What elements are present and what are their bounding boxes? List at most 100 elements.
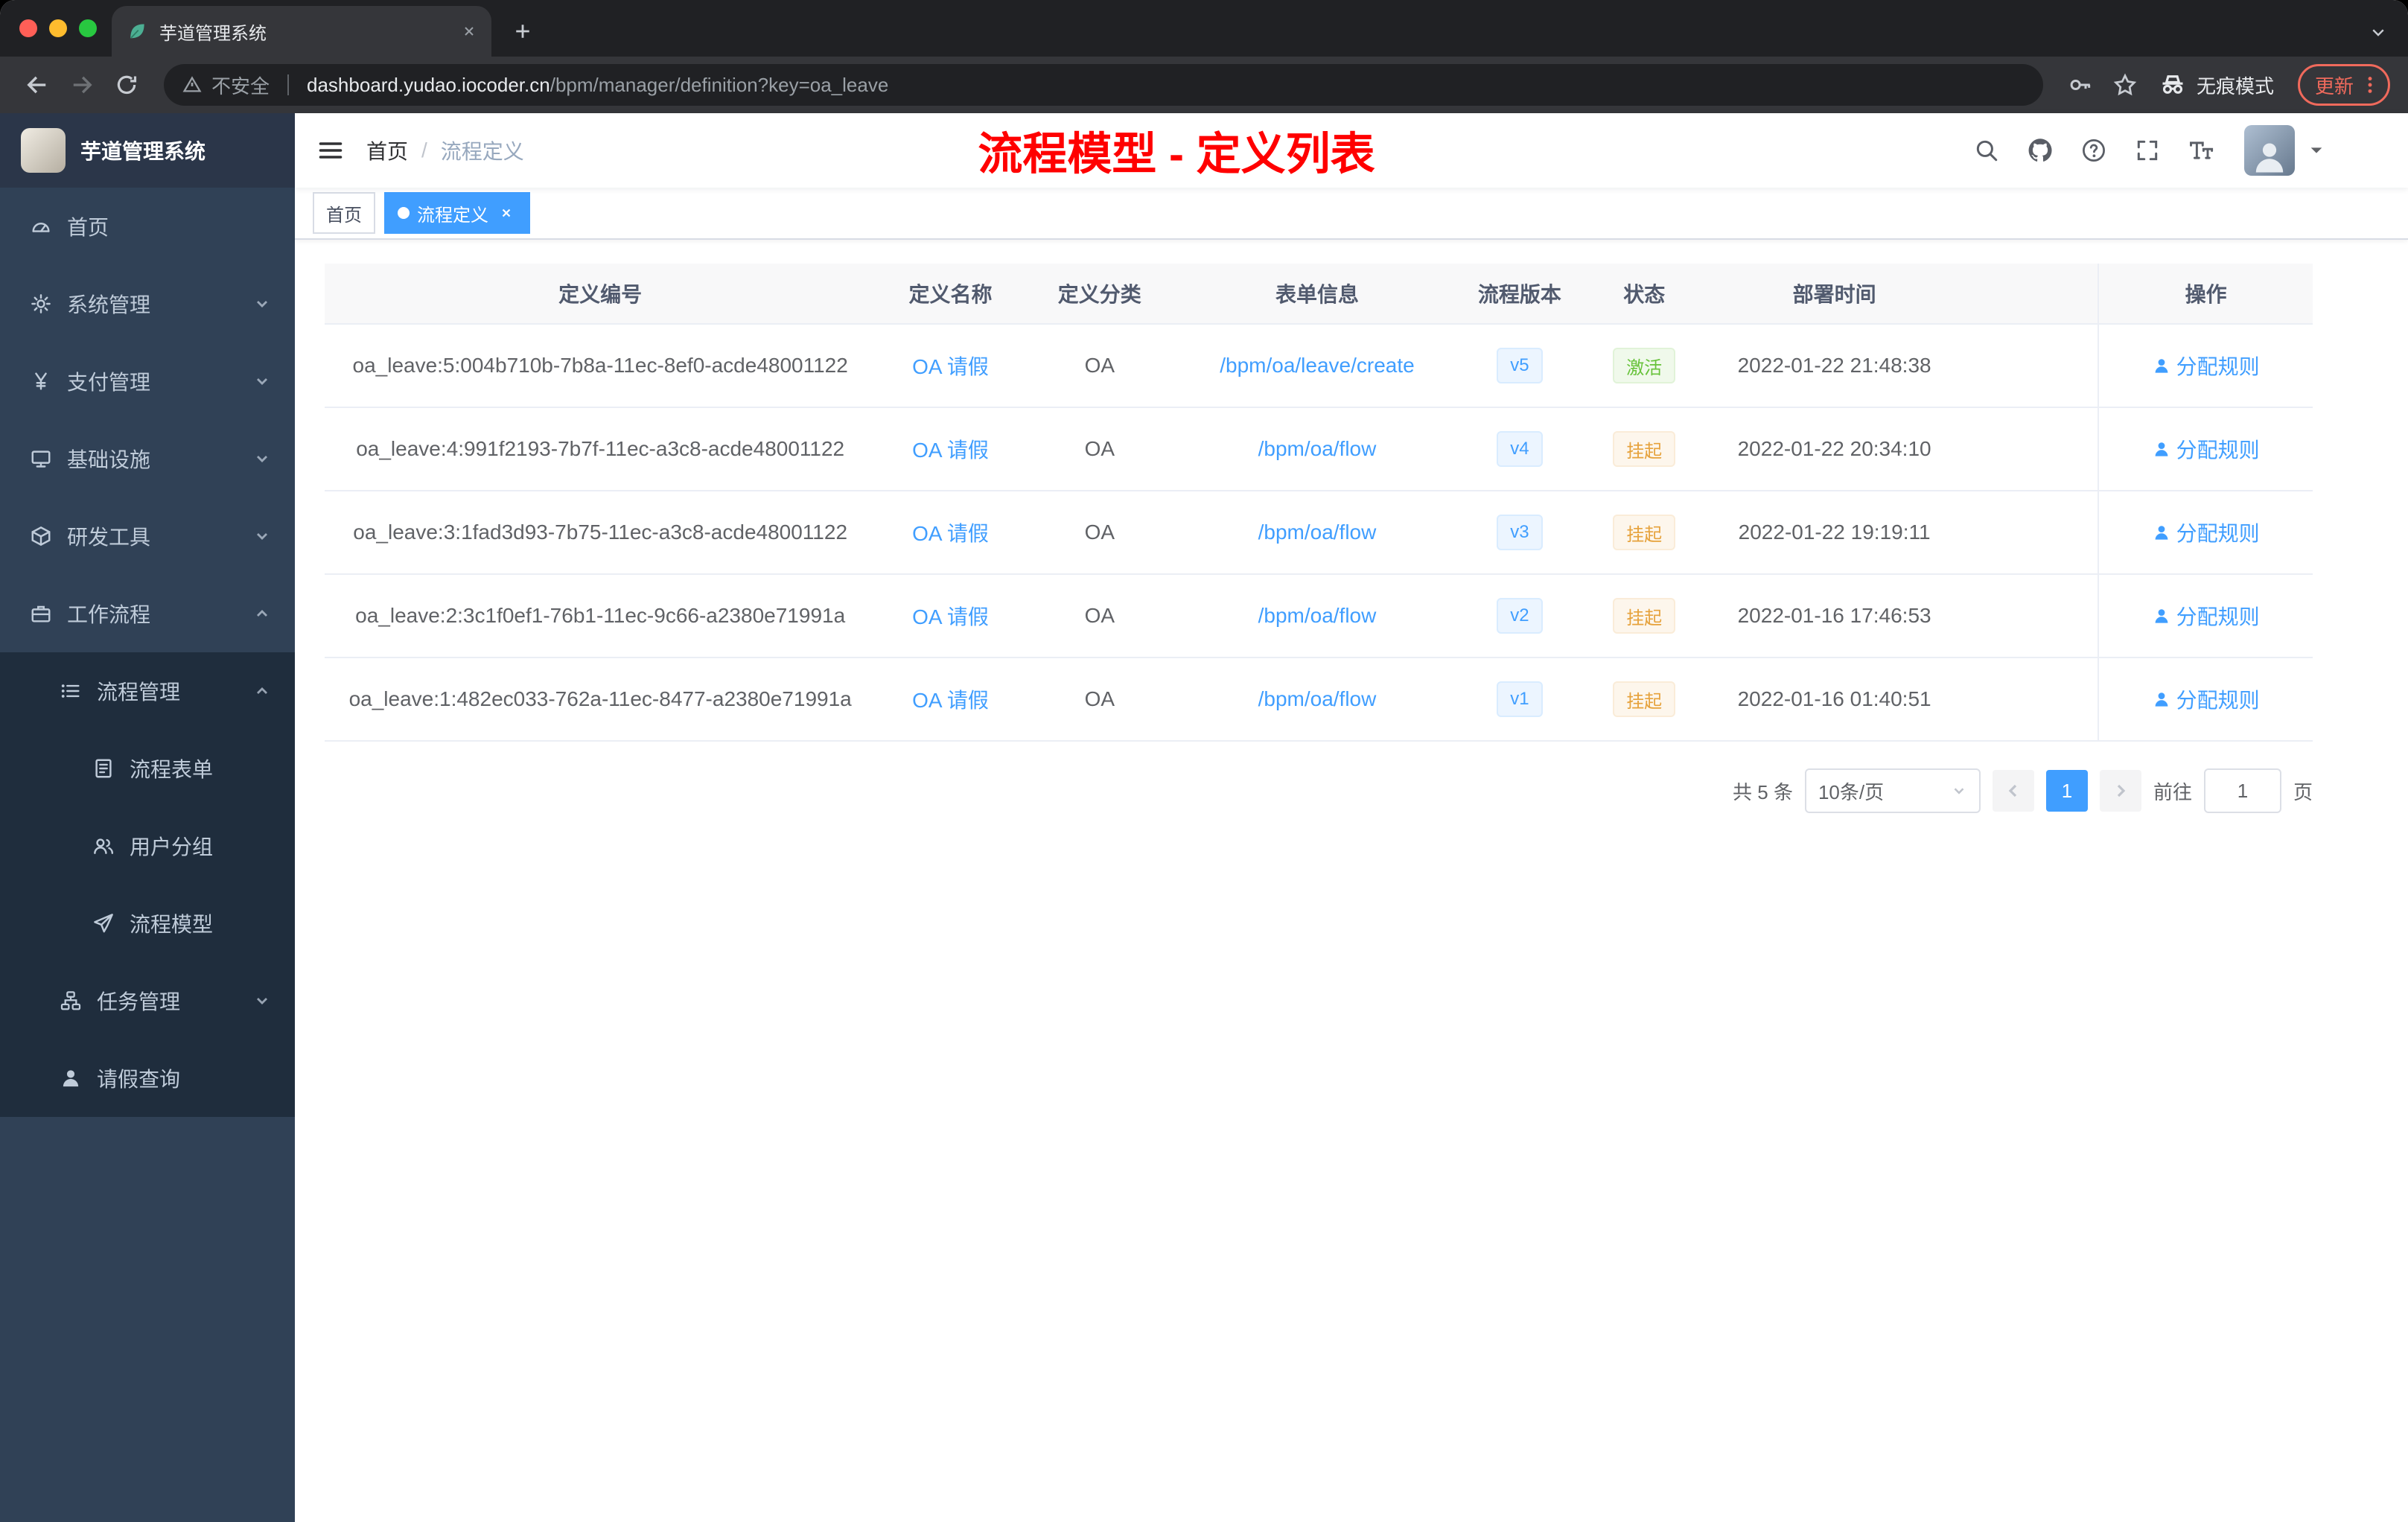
sidebar-item-label: 首页 (67, 216, 109, 239)
definition-name-link[interactable]: OA 请假 (912, 684, 989, 714)
star-icon (2113, 73, 2137, 96)
breadcrumb-current: 流程定义 (440, 140, 524, 163)
app-logo-header[interactable]: 芋道管理系统 (0, 113, 295, 188)
form-link[interactable]: /bpm/oa/flow (1258, 604, 1377, 628)
new-tab-button[interactable] (503, 12, 542, 51)
form-link[interactable]: /bpm/oa/flow (1258, 520, 1377, 544)
assign-rule-link[interactable]: 分配规则 (2153, 434, 2260, 464)
definition-name-link[interactable]: OA 请假 (912, 601, 989, 631)
chevron-down-icon (2372, 29, 2384, 36)
goto-page-input[interactable] (2203, 768, 2281, 813)
font-size-button[interactable] (2179, 128, 2223, 173)
update-button[interactable]: 更新 (2297, 64, 2390, 106)
next-page-button[interactable] (2099, 770, 2141, 812)
column-header: 操作 (2098, 264, 2313, 323)
maximize-window-button[interactable] (79, 19, 97, 37)
tree-icon (60, 991, 81, 1010)
page-number-button[interactable]: 1 (2045, 770, 2088, 812)
forward-button[interactable] (63, 66, 101, 104)
search-button[interactable] (1964, 128, 2009, 173)
sidebar-item-infrastructure[interactable]: 基础设施 (0, 420, 295, 497)
back-arrow-icon (27, 76, 46, 94)
sidebar-item-workflow[interactable]: 工作流程 (0, 575, 295, 652)
help-button[interactable] (2071, 128, 2116, 173)
bookmark-button[interactable] (2106, 66, 2144, 104)
form-link[interactable]: /bpm/oa/leave/create (1220, 354, 1415, 378)
status-badge: 激活 (1613, 348, 1676, 383)
column-header: 定义编号 (558, 283, 643, 306)
sidebar-item-task-management[interactable]: 任务管理 (0, 962, 295, 1039)
back-button[interactable] (18, 66, 57, 104)
browser-tab-strip: 芋道管理系统 (0, 0, 2408, 57)
address-bar[interactable]: 不安全 dashboard.yudao.iocoder.cn/bpm/manag… (164, 64, 2043, 106)
github-icon (2028, 138, 2052, 162)
close-tab-icon[interactable] (462, 24, 477, 39)
tags-view-bar: 首页 流程定义 (295, 188, 2408, 240)
definition-name-link[interactable]: OA 请假 (912, 518, 989, 547)
assign-rule-link[interactable]: 分配规则 (2153, 601, 2260, 631)
avatar[interactable] (2244, 125, 2295, 176)
key-icon (2070, 79, 2091, 91)
cell-definition-id: oa_leave:3:1fad3d93-7b75-11ec-a3c8-acde4… (353, 520, 848, 544)
browser-tab[interactable]: 芋道管理系统 (112, 6, 491, 57)
app-logo (21, 128, 66, 173)
person-icon (2155, 359, 2168, 373)
tag-home[interactable]: 首页 (313, 192, 375, 234)
page-size-select[interactable]: 10条/页 (1804, 768, 1981, 813)
sidebar-item-process-management[interactable]: 流程管理 (0, 652, 295, 730)
sidebar-toggle-button[interactable] (295, 113, 366, 188)
github-button[interactable] (2018, 128, 2063, 173)
form-link[interactable]: /bpm/oa/flow (1258, 687, 1377, 711)
pagination-total: 共 5 条 (1733, 780, 1793, 803)
app-title: 芋道管理系统 (80, 140, 206, 163)
reload-button[interactable] (107, 66, 146, 104)
sidebar-item-system-management[interactable]: 系统管理 (0, 265, 295, 343)
table-row: oa_leave:3:1fad3d93-7b75-11ec-a3c8-acde4… (325, 491, 2313, 575)
minimize-window-button[interactable] (49, 19, 67, 37)
close-tag-icon[interactable] (496, 203, 517, 223)
assign-rule-link[interactable]: 分配规则 (2153, 518, 2260, 547)
assign-rule-label: 分配规则 (2176, 689, 2260, 712)
cell-spacer (1960, 658, 2098, 740)
form-link[interactable]: /bpm/oa/flow (1258, 437, 1377, 461)
cell-definition-id: oa_leave:2:3c1f0ef1-76b1-11ec-9c66-a2380… (355, 604, 846, 627)
avatar-caret[interactable] (2308, 142, 2325, 159)
definition-name-link[interactable]: OA 请假 (912, 434, 989, 464)
page-size-value: 10条/页 (1818, 780, 1885, 803)
fullscreen-button[interactable] (2125, 128, 2170, 173)
assign-rule-link[interactable]: 分配规则 (2153, 351, 2260, 380)
sidebar-item-process-form[interactable]: 流程表单 (0, 730, 295, 807)
tag-process-definition[interactable]: 流程定义 (384, 192, 530, 234)
tab-search-button[interactable] (2369, 24, 2387, 42)
user-icon (63, 1070, 79, 1087)
sidebar-item-dev-tools[interactable]: 研发工具 (0, 497, 295, 575)
kebab-menu-icon[interactable] (2360, 74, 2380, 95)
breadcrumb-separator: / (421, 138, 427, 162)
sidebar-item-payment-management[interactable]: 支付管理 (0, 343, 295, 420)
sidebar-item-home[interactable]: 首页 (0, 188, 295, 265)
column-header: 状态 (1623, 283, 1666, 306)
table-row: oa_leave:2:3c1f0ef1-76b1-11ec-9c66-a2380… (325, 575, 2313, 658)
sidebar-item-process-model[interactable]: 流程模型 (0, 885, 295, 962)
incognito-icon (2162, 75, 2183, 94)
breadcrumb-home[interactable]: 首页 (366, 136, 408, 165)
cell-category: OA (1084, 354, 1115, 377)
assign-rule-link[interactable]: 分配规则 (2153, 684, 2260, 714)
status-badge: 挂起 (1613, 515, 1676, 550)
sidebar-item-leave-query[interactable]: 请假查询 (0, 1039, 295, 1117)
browser-window: 芋道管理系统 不安全 dashboard.yudao.iocoder.cn/bp… (0, 0, 2408, 1522)
chevron-up-icon (257, 687, 267, 694)
browser-toolbar: 不安全 dashboard.yudao.iocoder.cn/bpm/manag… (0, 57, 2408, 113)
cell-deploy-time: 2022-01-22 20:34:10 (1737, 437, 1931, 460)
assign-rule-label: 分配规则 (2176, 522, 2260, 545)
prev-page-button[interactable] (1992, 770, 2034, 812)
app-root: 芋道管理系统 首页 系统管理 支付管理 基础设施 研发工具 工作流程 流程管理 … (0, 113, 2408, 1522)
sidebar-item-user-group[interactable]: 用户分组 (0, 807, 295, 885)
chevron-up-icon (257, 610, 267, 617)
cell-category: OA (1084, 687, 1115, 710)
definition-name-link[interactable]: OA 请假 (912, 351, 989, 380)
close-window-button[interactable] (19, 19, 37, 37)
password-key-button[interactable] (2061, 66, 2100, 104)
divider (287, 74, 290, 95)
assign-rule-label: 分配规则 (2176, 605, 2260, 628)
